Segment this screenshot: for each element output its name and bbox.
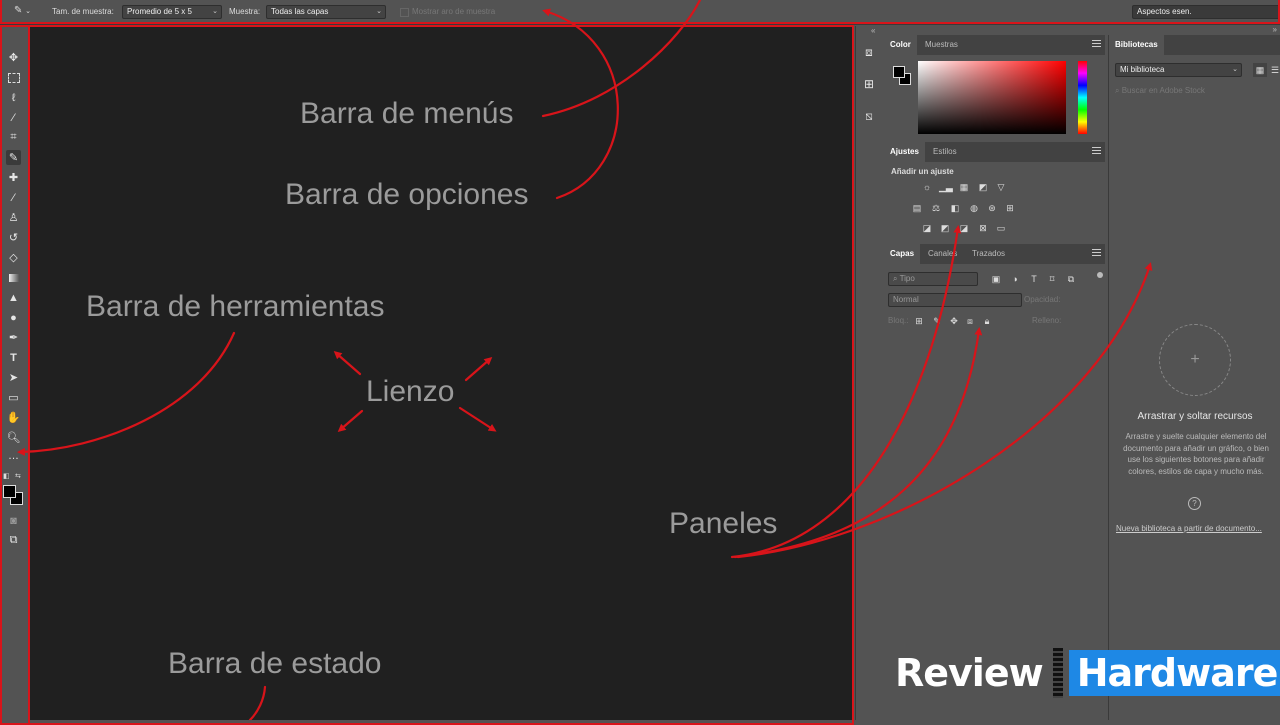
label-canvas: Lienzo [366,375,455,408]
logo-word-review: Review [895,651,1044,695]
review-hardware-logo: Review Hardware [895,648,1280,698]
foreground-color-swatch[interactable] [3,485,16,498]
canvas-arrow-ne [464,357,493,382]
canvas-arrow-nw [333,351,362,376]
panels-arrow-libraries [736,262,1153,559]
label-status-bar: Barra de estado [168,647,382,680]
annotation-arrows [17,0,1153,720]
logo-word-hardware: Hardware [1068,650,1280,696]
canvas-arrow-se [458,406,497,432]
menu-bar-arrow [541,0,702,118]
label-panels: Paneles [669,507,778,540]
label-toolbar: Barra de herramientas [86,290,385,323]
toolbar-arrow [17,331,236,456]
label-menu-bar: Barra de menús [300,97,514,130]
logo-chip-strip [1052,648,1063,698]
status-bar-arrow [248,685,267,720]
canvas-arrow-sw [337,409,364,432]
label-options-bar: Barra de opciones [285,178,529,211]
fg-color-chip[interactable] [893,66,905,78]
